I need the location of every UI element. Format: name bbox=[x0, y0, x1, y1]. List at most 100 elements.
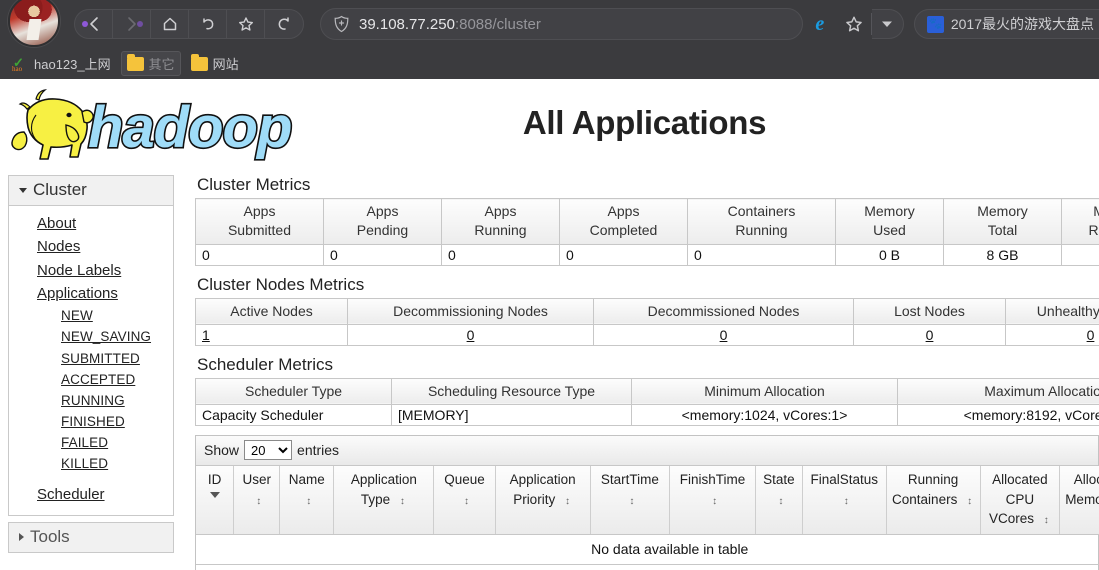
sidebar-section-cluster[interactable]: Cluster bbox=[9, 176, 173, 206]
sort-desc-icon bbox=[209, 491, 220, 498]
decommissioned-nodes-link[interactable]: 0 bbox=[720, 327, 728, 343]
cell-minimum-allocation: <memory:1024, vCores:1> bbox=[631, 404, 898, 427]
decommissioning-nodes-link[interactable]: 0 bbox=[467, 327, 475, 343]
sidebar-item-node-labels[interactable]: Node Labels bbox=[9, 259, 173, 282]
cell-apps-pending: 0 bbox=[323, 244, 442, 266]
sidebar-item-running[interactable]: RUNNING bbox=[9, 390, 173, 411]
undo-button[interactable] bbox=[189, 10, 227, 38]
col-decommissioned-nodes[interactable]: Decommissioned Nodes bbox=[593, 297, 854, 325]
sort-both-icon: ↕ bbox=[629, 495, 635, 507]
sidebar-item-submitted[interactable]: SUBMITTED bbox=[9, 348, 173, 369]
col-application-priority[interactable]: Application Priority ↕ bbox=[495, 466, 591, 535]
col-allocated-memory-mb[interactable]: Allocated Memory MB ↕ bbox=[1059, 466, 1099, 535]
bookmark-folder-sites[interactable]: 网站 bbox=[185, 51, 245, 76]
lost-nodes-link[interactable]: 0 bbox=[926, 327, 934, 343]
col-unhealthy-nodes[interactable]: Unhealthy Nodes bbox=[1005, 297, 1099, 325]
col-name[interactable]: Name ↕ bbox=[279, 466, 335, 535]
col-apps-completed[interactable]: Apps Completed bbox=[559, 198, 688, 245]
bookmark-label: 其它 bbox=[148, 57, 175, 72]
col-memory-used[interactable]: Memory Used bbox=[835, 198, 944, 245]
browser-chrome: 39.108.77.250:8088/cluster e 🐾 2017最火的游戏… bbox=[0, 0, 1099, 79]
sidebar-section-label: Tools bbox=[30, 526, 70, 546]
entries-label: entries bbox=[297, 442, 340, 459]
cluster-metrics-table: Apps Submitted Apps Pending Apps Running Ap… bbox=[195, 198, 1099, 266]
sidebar-section-tools[interactable]: Tools bbox=[9, 522, 173, 552]
navigation-button-group bbox=[74, 9, 304, 39]
col-id[interactable]: ID bbox=[196, 466, 235, 535]
browser-toolbar: 39.108.77.250:8088/cluster e 🐾 2017最火的游戏… bbox=[0, 0, 1099, 48]
url-rest: :8088/cluster bbox=[454, 15, 541, 33]
datatable-spacer bbox=[196, 564, 1098, 570]
table-header-row: Apps Submitted Apps Pending Apps Running Ap… bbox=[195, 198, 1099, 245]
hao123-icon: ✓ hao bbox=[12, 54, 24, 73]
cluster-nodes-metrics-title: Cluster Nodes Metrics bbox=[197, 274, 365, 294]
col-containers-running[interactable]: Containers Running bbox=[687, 198, 836, 245]
col-active-nodes[interactable]: Active Nodes bbox=[195, 297, 348, 325]
active-nodes-link[interactable]: 1 bbox=[202, 327, 210, 343]
sidebar-item-nodes[interactable]: Nodes bbox=[9, 235, 173, 258]
col-scheduler-type[interactable]: Scheduler Type bbox=[195, 377, 392, 406]
bookmark-star-icon[interactable] bbox=[837, 9, 871, 39]
sidebar-item-scheduler[interactable]: Scheduler bbox=[9, 483, 173, 506]
sort-both-icon: ↕ bbox=[843, 495, 849, 507]
sidebar-section-label: Cluster bbox=[33, 180, 87, 199]
entries-select[interactable]: 20406080100 bbox=[244, 440, 293, 461]
sidebar-item-accepted[interactable]: ACCEPTED bbox=[9, 369, 173, 390]
col-minimum-allocation[interactable]: Minimum Allocation bbox=[631, 377, 898, 406]
forward-button[interactable] bbox=[113, 10, 151, 38]
cell-memory-used: 0 B bbox=[835, 244, 944, 266]
col-lost-nodes[interactable]: Lost Nodes bbox=[853, 297, 1006, 325]
col-memory-total[interactable]: Memory Total bbox=[943, 198, 1062, 245]
sidebar: Cluster About Nodes Node Labels Applicat… bbox=[8, 175, 174, 559]
col-allocated-cpu-vcores[interactable]: Allocated CPU VCores ↕ bbox=[980, 466, 1061, 535]
col-scheduling-resource-type[interactable]: Scheduling Resource Type bbox=[391, 377, 632, 406]
back-button[interactable] bbox=[75, 10, 113, 38]
forward-indicator-dot bbox=[137, 21, 143, 27]
sidebar-item-killed[interactable]: KILLED bbox=[9, 453, 173, 474]
bookmark-folder-other[interactable]: 其它 bbox=[120, 51, 181, 76]
sidebar-item-applications[interactable]: Applications bbox=[9, 282, 173, 305]
col-finishtime[interactable]: FinishTime ↕ bbox=[669, 466, 756, 535]
sort-both-icon: ↕ bbox=[399, 495, 405, 507]
promo-tab[interactable]: 🐾 2017最火的游戏大盘点 bbox=[913, 9, 1099, 39]
cell-apps-running: 0 bbox=[441, 244, 560, 266]
avatar[interactable] bbox=[8, 0, 60, 47]
bookmark-hao123[interactable]: ✓ hao hao123_上网 bbox=[6, 51, 117, 76]
cell-decommissioned-nodes: 0 bbox=[593, 324, 854, 346]
col-finalstatus[interactable]: FinalStatus ↕ bbox=[802, 466, 887, 535]
cluster-metrics-title: Cluster Metrics bbox=[197, 175, 311, 194]
chevron-right-icon bbox=[19, 532, 24, 541]
reload-button[interactable] bbox=[265, 10, 303, 38]
home-button[interactable] bbox=[151, 10, 189, 38]
address-bar[interactable]: 39.108.77.250:8088/cluster bbox=[320, 8, 803, 40]
unhealthy-nodes-link[interactable]: 0 bbox=[1087, 327, 1095, 343]
chevron-down-icon[interactable] bbox=[871, 9, 904, 39]
col-apps-submitted[interactable]: Apps Submitted bbox=[195, 198, 324, 245]
sort-both-icon: ↕ bbox=[256, 495, 262, 507]
col-state[interactable]: State ↕ bbox=[755, 466, 803, 535]
col-apps-running[interactable]: Apps Running bbox=[441, 198, 560, 245]
col-decommissioning-nodes[interactable]: Decommissioning Nodes bbox=[347, 297, 594, 325]
applications-table: ID User ↕ Name ↕ Application Type ↕ Queu… bbox=[196, 466, 1099, 565]
col-running-containers[interactable]: Running Containers ↕ bbox=[886, 466, 981, 535]
sidebar-item-about[interactable]: About bbox=[9, 212, 173, 235]
url-text: 39.108.77.250:8088/cluster bbox=[359, 16, 541, 33]
scheduler-metrics-table: Scheduler Type Scheduling Resource Type … bbox=[195, 377, 1099, 427]
sort-both-icon: ↕ bbox=[967, 495, 973, 507]
back-indicator-dot bbox=[82, 21, 88, 27]
star-icon[interactable] bbox=[227, 10, 265, 38]
table-header-row: ID User ↕ Name ↕ Application Type ↕ Queu… bbox=[196, 466, 1099, 535]
col-memory-reserved[interactable]: MemoryReserved bbox=[1061, 198, 1099, 245]
sidebar-item-failed[interactable]: FAILED bbox=[9, 432, 173, 453]
datatable-length-toolbar: Show 20406080100 entries bbox=[196, 436, 1098, 467]
ie-browser-icon[interactable]: e bbox=[803, 9, 837, 39]
sidebar-item-new[interactable]: NEW bbox=[9, 305, 173, 326]
col-user[interactable]: User ↕ bbox=[233, 466, 281, 535]
col-apps-pending[interactable]: Apps Pending bbox=[323, 198, 442, 245]
col-maximum-allocation[interactable]: Maximum Allocation bbox=[897, 377, 1099, 406]
col-application-type[interactable]: Application Type ↕ bbox=[333, 466, 435, 535]
sidebar-item-new-saving[interactable]: NEW_SAVING bbox=[9, 326, 173, 347]
sidebar-item-finished[interactable]: FINISHED bbox=[9, 411, 173, 432]
col-queue[interactable]: Queue ↕ bbox=[433, 466, 496, 535]
col-starttime[interactable]: StartTime ↕ bbox=[590, 466, 671, 535]
